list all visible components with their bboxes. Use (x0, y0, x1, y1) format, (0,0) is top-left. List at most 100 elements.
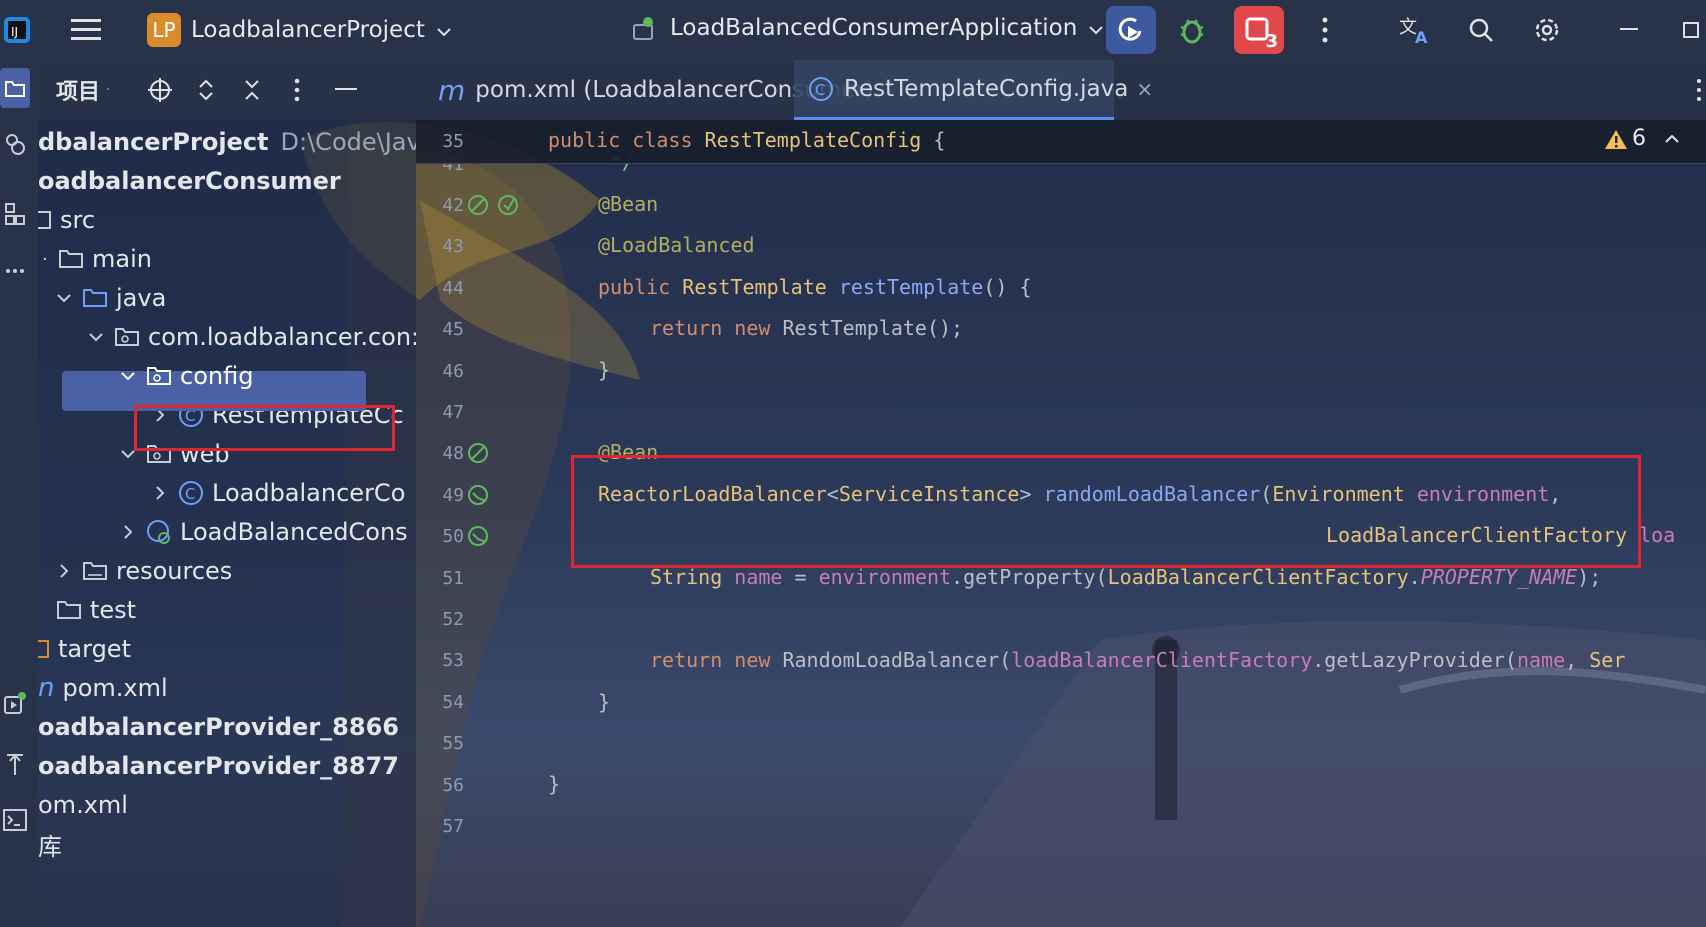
structure-icon[interactable] (0, 196, 30, 232)
code-line: public RestTemplate restTemplate() { (598, 275, 1032, 299)
tree-item-libraries[interactable]: 库 (38, 824, 62, 864)
tree-item-java[interactable]: java (52, 278, 166, 318)
chevron-right-icon[interactable] (148, 485, 172, 501)
tree-item-label: pom.xml (62, 674, 168, 702)
settings-icon[interactable] (1530, 14, 1564, 46)
svg-text:C: C (185, 485, 195, 503)
svg-text:IJ: IJ (11, 25, 18, 39)
chevron-down-icon[interactable] (52, 293, 76, 303)
line-number: 45 (442, 319, 464, 340)
tree-item-test[interactable]: test (56, 590, 136, 630)
tree-item-main[interactable]: · main (38, 239, 152, 279)
project-folder-icon[interactable] (0, 68, 30, 108)
search-icon[interactable] (1464, 14, 1498, 46)
chevron-up-icon[interactable] (1664, 134, 1680, 144)
highlight-box-code (571, 455, 1641, 568)
more-tools-icon[interactable] (0, 256, 30, 286)
tree-item-label: 库 (38, 832, 62, 861)
chevron-down-icon[interactable] (84, 332, 108, 342)
tree-item-package[interactable]: com.loadbalancer.con: (84, 317, 416, 357)
bean-gutter-icon[interactable] (466, 441, 490, 469)
more-icon[interactable] (1310, 14, 1340, 46)
run-config-widget[interactable]: LoadBalancedConsumerApplication (630, 13, 1104, 43)
code-line: } (548, 772, 561, 796)
tree-item-src[interactable]: src (38, 200, 95, 240)
code-line: return new RestTemplate(); (650, 316, 964, 340)
line-number: 55 (442, 733, 464, 754)
tree-item-label: src (60, 206, 96, 234)
expand-all-icon[interactable] (188, 72, 224, 108)
svg-text:A: A (1415, 28, 1428, 45)
folder-icon (56, 599, 82, 621)
tree-item-consumer-module[interactable]: oadbalancerConsumer (38, 161, 341, 201)
tree-item-config[interactable]: config (116, 356, 253, 396)
run-config-name: LoadBalancedConsumerApplication (670, 15, 1078, 41)
translate-icon[interactable]: 文A (1396, 12, 1436, 48)
line-number: 57 (442, 816, 464, 837)
chevron-down-icon (437, 17, 451, 43)
locate-icon[interactable] (142, 72, 178, 108)
editor-gutter: 41 42 43 44 45 46 47 48 49 50 51 52 53 5… (416, 120, 540, 927)
close-icon[interactable]: × (1136, 77, 1153, 101)
hamburger-menu-icon[interactable] (70, 14, 102, 46)
inspection-widget[interactable]: 6 (1604, 126, 1680, 151)
tree-item-root-pom[interactable]: om.xml (38, 785, 128, 825)
project-panel-title[interactable]: 项目 (56, 74, 100, 106)
tree-item-loadbalancercontroller[interactable]: C LoadbalancerCo (148, 473, 405, 513)
line-number: 44 (442, 278, 464, 299)
svg-text:C: C (815, 81, 825, 99)
hide-panel-icon[interactable] (328, 72, 364, 108)
run-badge-count: 3 (1265, 31, 1278, 52)
tree-item-resources[interactable]: resources (52, 551, 232, 591)
chevron-right-icon[interactable] (52, 563, 76, 579)
tree-item-label: test (90, 596, 137, 624)
collapse-all-icon[interactable] (234, 72, 270, 108)
tab-label: RestTemplateConfig.java (844, 75, 1129, 102)
tree-item-pom[interactable]: n pom.xml (38, 668, 168, 708)
folder-icon (38, 209, 52, 231)
project-panel-header: 项目 · (38, 60, 416, 120)
package-icon (146, 365, 172, 387)
chevron-down-icon[interactable]: · (106, 82, 110, 98)
line-number: 54 (442, 692, 464, 713)
options-icon[interactable] (282, 72, 312, 108)
code-line: } (598, 690, 611, 714)
tab-resttemplateconfig[interactable]: C RestTemplateConfig.java × (794, 60, 1153, 120)
autowired-gutter-icon[interactable] (466, 524, 490, 552)
line-number: 56 (442, 775, 464, 796)
project-widget[interactable]: LP LoadbalancerProject (147, 13, 451, 47)
tree-item-application-class[interactable]: LoadBalancedCons (116, 512, 408, 552)
rerun-icon[interactable] (1106, 6, 1156, 54)
chevron-down-icon[interactable] (116, 371, 140, 381)
maximize-icon[interactable] (1676, 14, 1706, 46)
maven-icon: n (38, 673, 55, 703)
debug-icon[interactable] (1170, 10, 1214, 50)
app-logo-icon[interactable]: IJ (0, 12, 34, 48)
chevron-down-icon[interactable]: · (38, 249, 52, 270)
chevron-right-icon[interactable] (116, 524, 140, 540)
more-tabs-icon[interactable] (1692, 74, 1706, 106)
bean-gutter-icon[interactable] (466, 193, 490, 221)
spring-gutter-icon[interactable] (496, 193, 520, 221)
stop-run-button[interactable]: 3 (1234, 6, 1284, 54)
minimize-icon[interactable] (1612, 14, 1646, 46)
warnings-count: 6 (1632, 126, 1646, 151)
line-number: 49 (442, 485, 464, 506)
tree-item-label: oadbalancerProvider_8877 (38, 752, 399, 780)
line-number: 42 (442, 195, 464, 216)
code-line: @Bean (598, 192, 659, 216)
line-number: 52 (442, 609, 464, 630)
services-icon[interactable] (0, 126, 30, 162)
terminal-icon[interactable] (0, 802, 30, 838)
chevron-down-icon (1089, 15, 1104, 41)
run-tool-icon[interactable] (0, 686, 30, 722)
tree-item-target[interactable]: target (38, 629, 131, 669)
tree-item-provider-8866[interactable]: oadbalancerProvider_8866 (38, 707, 399, 747)
tree-item-provider-8877[interactable]: oadbalancerProvider_8877 (38, 746, 399, 786)
tree-item-project-root[interactable]: dbalancerProject D:\Code\JavaC (38, 122, 416, 162)
code-line: return new RandomLoadBalancer(loadBalanc… (650, 648, 1626, 672)
tree-item-label: target (58, 635, 131, 663)
build-tool-icon[interactable] (0, 746, 30, 782)
tree-item-label: main (92, 245, 152, 273)
autowired-gutter-icon[interactable] (466, 483, 490, 511)
